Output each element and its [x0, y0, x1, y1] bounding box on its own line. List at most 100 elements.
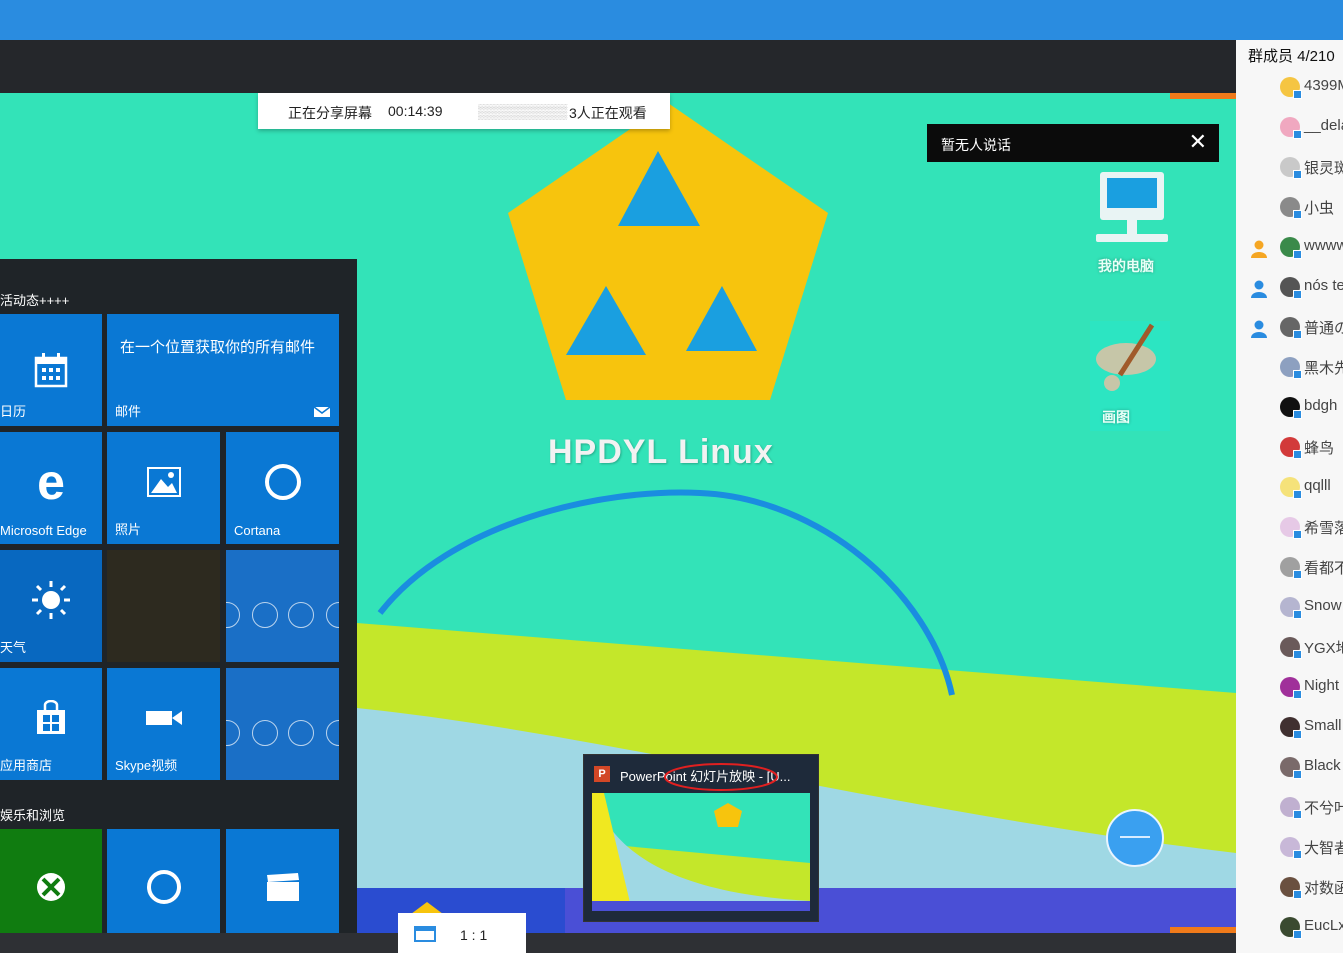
tile-group-header: 活动态++++ — [0, 293, 70, 308]
chat-toast-text: 暂无人说话 — [941, 137, 1011, 153]
device-badge-icon — [1293, 850, 1302, 859]
close-icon[interactable]: ✕ — [1189, 130, 1207, 154]
member-row[interactable]: Snow — [1236, 588, 1343, 628]
mail-icon — [313, 406, 331, 417]
member-row[interactable]: Night — [1236, 668, 1343, 708]
device-badge-icon — [1293, 730, 1302, 739]
tile-groove-music[interactable] — [107, 829, 220, 933]
tile-movies[interactable] — [226, 829, 339, 933]
tile-weather[interactable]: 天气 — [0, 550, 102, 662]
member-row[interactable]: 蜂鸟 — [1236, 428, 1343, 468]
device-badge-icon — [1293, 170, 1302, 179]
member-name: __dela — [1304, 117, 1343, 134]
member-row[interactable]: 普通の — [1236, 308, 1343, 348]
zoom-ratio[interactable]: 1 : 1 — [460, 927, 487, 943]
tile-label: Skype视频 — [115, 758, 178, 773]
device-badge-icon — [1293, 490, 1302, 499]
app-mini-icon — [226, 720, 240, 746]
member-name: 4399M — [1304, 77, 1343, 94]
calendar-icon — [34, 353, 68, 388]
member-name: Small — [1304, 717, 1342, 734]
tile-xbox[interactable] — [0, 829, 102, 933]
tile-group-header: 娱乐和浏览 — [0, 808, 66, 823]
sun-icon — [32, 581, 70, 619]
preview-thumbnail — [592, 793, 810, 911]
tile-label: 邮件 — [115, 404, 142, 419]
member-row[interactable]: EucLx — [1236, 908, 1343, 948]
member-row[interactable]: 小虫 — [1236, 188, 1343, 228]
member-name: 普通の — [1304, 320, 1343, 337]
mail-tile-message: 在一个位置获取你的所有邮件 — [120, 339, 316, 356]
member-row[interactable]: nós te — [1236, 268, 1343, 308]
edge-icon: e — [37, 454, 65, 510]
status-bar — [0, 933, 1236, 953]
shared-screen: 正在分享屏幕 00:14:39 ▒▒▒▒▒▒▒▒▒ 3人正在观看 暂无人说话 ✕… — [0, 93, 1236, 933]
tile-folder-group[interactable] — [226, 668, 339, 780]
device-badge-icon — [1293, 90, 1302, 99]
taskbar-assistant-icon[interactable] — [1106, 809, 1164, 867]
member-row[interactable]: 对数函 — [1236, 868, 1343, 908]
xbox-icon — [37, 873, 65, 901]
toolbar-area — [0, 40, 1236, 93]
desktop-icon-paint[interactable]: 画图 — [1090, 321, 1170, 431]
member-row[interactable]: wwww — [1236, 228, 1343, 268]
app-mini-icon — [252, 602, 278, 628]
tile-folder-group[interactable] — [226, 550, 339, 662]
voice-chat-toast: 暂无人说话 ✕ — [927, 124, 1219, 162]
computer-icon — [1096, 172, 1168, 242]
member-row[interactable]: Black — [1236, 748, 1343, 788]
tile-calendar[interactable]: 日历 — [0, 314, 102, 426]
member-row[interactable]: 大智者 — [1236, 828, 1343, 868]
tile-photos[interactable]: 照片 — [107, 432, 220, 544]
share-viewer-count: 3人正在观看 — [569, 105, 647, 121]
member-row[interactable]: 希雪落 — [1236, 508, 1343, 548]
tile-skype[interactable]: Skype视频 — [107, 668, 220, 780]
app-mini-icon — [288, 720, 314, 746]
tile-edge[interactable]: e Microsoft Edge — [0, 432, 102, 544]
member-name: 希雪落 — [1304, 520, 1343, 537]
tile-label: Cortana — [234, 523, 281, 538]
device-badge-icon — [1293, 890, 1302, 899]
device-badge-icon — [1293, 370, 1302, 379]
clapperboard-icon — [266, 873, 299, 901]
tile-mail[interactable]: 在一个位置获取你的所有邮件 邮件 — [107, 314, 339, 426]
member-row[interactable]: Small — [1236, 708, 1343, 748]
member-row[interactable]: YGX地 — [1236, 628, 1343, 668]
member-row[interactable]: 银灵斑 — [1236, 148, 1343, 188]
member-name: 蜂鸟 — [1304, 440, 1335, 457]
desktop-icon-computer[interactable]: 我的电脑 — [1092, 168, 1172, 278]
tile-store[interactable]: 应用商店 — [0, 668, 102, 780]
member-row[interactable]: __dela — [1236, 108, 1343, 148]
device-badge-icon — [1293, 250, 1302, 259]
powerpoint-icon: P — [594, 766, 610, 782]
member-row[interactable]: bdgh — [1236, 388, 1343, 428]
member-name: 看都不 — [1304, 560, 1343, 577]
device-badge-icon — [1293, 570, 1302, 579]
member-name: nós te — [1304, 277, 1343, 294]
member-name: 黑木先 — [1304, 360, 1343, 377]
member-name: Snow — [1304, 597, 1342, 614]
taskbar-thumbnail-preview[interactable]: P PowerPoint 幻灯片放映 - [U... — [583, 754, 819, 922]
device-badge-icon — [1293, 290, 1302, 299]
share-viewers-blurred: ▒▒▒▒▒▒▒▒▒ — [478, 103, 568, 119]
photos-icon — [146, 467, 181, 497]
member-row[interactable]: 看都不 — [1236, 548, 1343, 588]
app-mini-icon — [326, 720, 339, 746]
member-name: 银灵斑 — [1304, 160, 1343, 177]
member-row[interactable]: qqlll — [1236, 468, 1343, 508]
device-badge-icon — [1293, 650, 1302, 659]
member-name: 大智者 — [1304, 840, 1343, 857]
member-row[interactable]: 不兮叶 — [1236, 788, 1343, 828]
zoom-control[interactable]: 1 : 1 — [398, 913, 526, 953]
tile-cortana[interactable]: Cortana — [226, 432, 339, 544]
highlight-annotation — [664, 763, 778, 791]
app-title-bar — [0, 0, 1343, 40]
device-badge-icon — [1293, 410, 1302, 419]
device-badge-icon — [1293, 450, 1302, 459]
tile-empty[interactable] — [107, 550, 220, 662]
store-icon — [37, 700, 65, 734]
device-badge-icon — [1293, 930, 1302, 939]
start-menu: 活动态++++ 日历 在一个位置获取你的所有邮件 邮件 e Microsoft … — [0, 259, 357, 933]
member-row[interactable]: 黑木先 — [1236, 348, 1343, 388]
member-row[interactable]: 4399M — [1236, 68, 1343, 108]
